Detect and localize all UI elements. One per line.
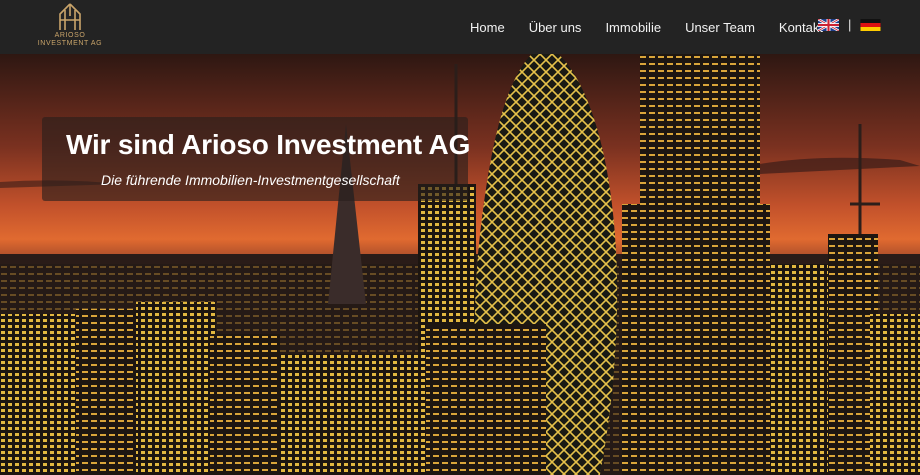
uk-flag-icon[interactable]	[818, 19, 839, 31]
site-header: ARIOSO INVESTMENT AG Home Über uns Immob…	[0, 0, 920, 54]
company-logo[interactable]: ARIOSO INVESTMENT AG	[36, 2, 104, 52]
nav-team[interactable]: Unser Team	[685, 20, 755, 35]
logo-text-line2: INVESTMENT AG	[37, 40, 103, 47]
logo-text-line1: ARIOSO	[54, 32, 86, 39]
nav-property[interactable]: Immobilie	[605, 20, 661, 35]
nav-home[interactable]: Home	[470, 20, 505, 35]
hero-banner: Wir sind Arioso Investment AG Die führen…	[0, 54, 920, 475]
hero-caption-box: Wir sind Arioso Investment AG Die führen…	[42, 117, 471, 201]
main-navigation: Home Über uns Immobilie Unser Team Konta…	[470, 0, 847, 54]
nav-about[interactable]: Über uns	[529, 20, 582, 35]
hero-title: Wir sind Arioso Investment AG	[66, 129, 471, 160]
language-switcher: |	[818, 17, 881, 32]
nav-contact[interactable]: Kontakt	[779, 20, 823, 35]
german-flag-icon[interactable]	[860, 19, 881, 31]
hero-subtitle: Die führende Immobilien-Investmentgesell…	[101, 172, 400, 188]
logo-mark-icon	[59, 3, 81, 30]
language-separator: |	[848, 17, 852, 32]
